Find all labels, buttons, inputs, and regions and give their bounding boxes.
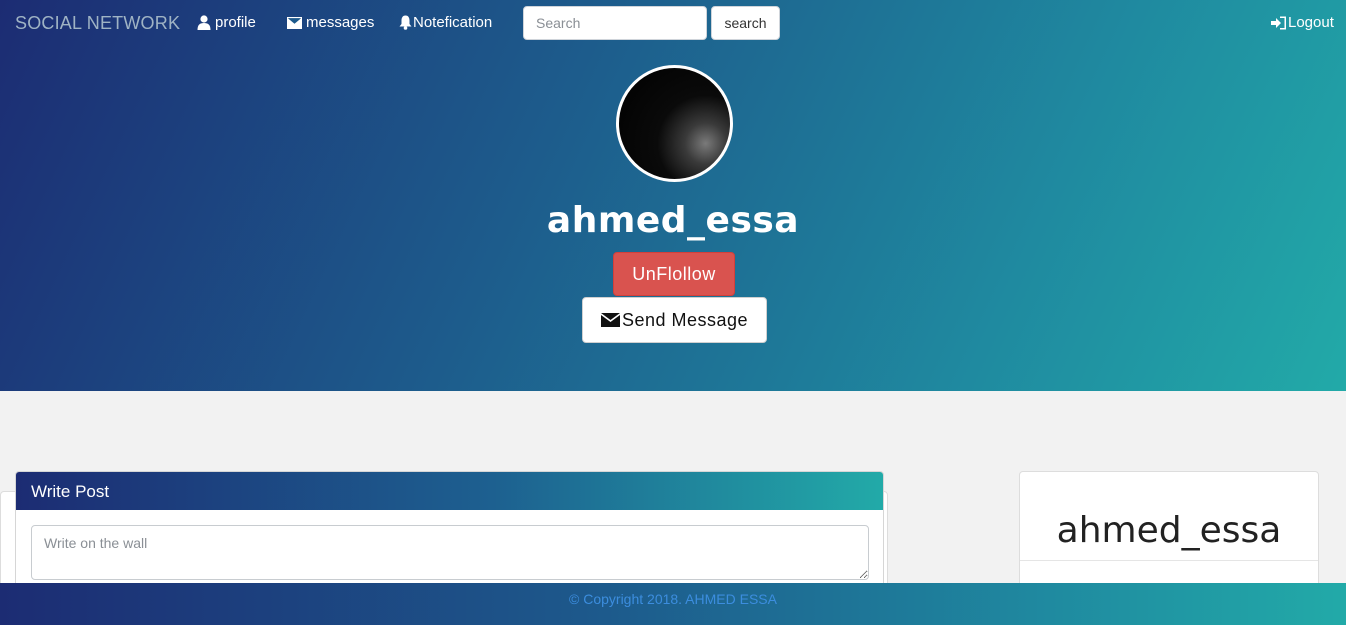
send-message-button[interactable]: Send Message	[582, 297, 767, 343]
unfollow-button[interactable]: UnFlollow	[613, 252, 735, 296]
envelope-icon	[287, 16, 302, 29]
write-post-header: Write Post	[16, 472, 883, 510]
nav-messages-link[interactable]: messages	[287, 14, 374, 31]
nav-profile-link[interactable]: profile	[197, 14, 256, 31]
search-button[interactable]: search	[711, 6, 780, 40]
send-message-label: Send Message	[621, 309, 749, 330]
side-username: ahmed_essa	[1056, 510, 1282, 551]
nav-notification-label: Notefication	[413, 14, 493, 31]
top-navbar: SOCIAL NETWORK profile messages Notefica…	[0, 0, 1346, 48]
search-input[interactable]	[523, 6, 707, 40]
nav-notification-link[interactable]: Notefication	[399, 14, 492, 31]
footer-copyright: © Copyright 2018. AHMED ESSA	[569, 591, 777, 607]
profile-username: ahmed_essa	[546, 200, 800, 241]
nav-logout-label: Logout	[1288, 14, 1334, 31]
profile-hero: SOCIAL NETWORK profile messages Notefica…	[0, 0, 1346, 391]
nav-profile-label: profile	[215, 14, 256, 31]
envelope-icon	[600, 313, 620, 327]
brand-logo[interactable]: SOCIAL NETWORK	[15, 13, 180, 34]
login-arrow-icon	[1271, 16, 1286, 29]
side-divider	[1020, 560, 1318, 561]
post-textarea[interactable]	[31, 525, 869, 580]
nav-logout-link[interactable]: Logout	[1271, 14, 1334, 31]
page-footer: © Copyright 2018. AHMED ESSA	[0, 583, 1346, 625]
bell-icon	[399, 15, 412, 30]
nav-messages-label: messages	[306, 14, 375, 31]
user-icon	[197, 15, 211, 30]
profile-avatar	[616, 65, 733, 182]
